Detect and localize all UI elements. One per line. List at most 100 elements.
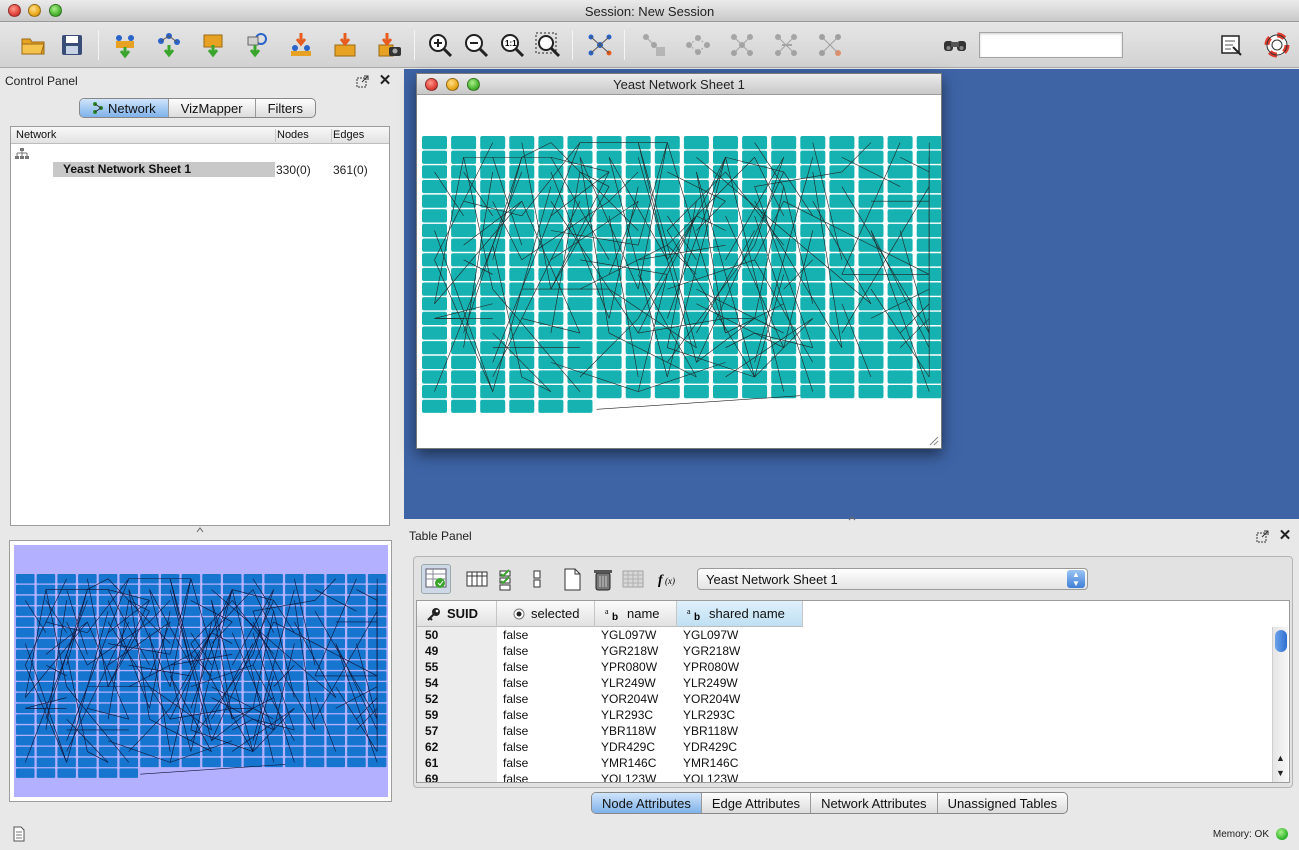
network-node[interactable] [829, 209, 855, 223]
network-node[interactable] [800, 238, 826, 252]
network-node[interactable] [98, 703, 118, 714]
network-edge[interactable] [45, 621, 88, 655]
tab-edge-attributes[interactable]: Edge Attributes [702, 793, 812, 813]
network-node[interactable] [57, 660, 76, 670]
table-cell-selected[interactable]: false [503, 771, 528, 782]
network-node[interactable] [916, 136, 941, 150]
network-node[interactable] [140, 584, 159, 595]
table-cell-selected[interactable]: false [503, 739, 528, 755]
network-node[interactable] [480, 179, 506, 194]
network-node[interactable] [829, 136, 855, 150]
table-cell-selected[interactable]: false [503, 691, 528, 707]
network-node[interactable] [305, 736, 325, 746]
network-node[interactable] [829, 355, 855, 369]
network-node[interactable] [119, 714, 139, 724]
network-node[interactable] [181, 584, 201, 595]
network-node[interactable] [36, 725, 56, 735]
network-edge[interactable] [252, 600, 316, 612]
table-cell-selected[interactable]: false [503, 755, 528, 771]
network-node[interactable] [742, 136, 768, 150]
network-node[interactable] [451, 370, 477, 384]
network-node[interactable] [567, 355, 593, 369]
network-node[interactable] [829, 341, 855, 355]
network-node[interactable] [16, 725, 35, 735]
network-node[interactable] [326, 584, 346, 595]
zoom-selected-icon[interactable] [531, 28, 565, 62]
network-node[interactable] [202, 595, 221, 606]
table-cell-selected[interactable]: false [503, 707, 528, 723]
network-graph-canvas[interactable] [417, 96, 941, 448]
network-node[interactable] [98, 768, 118, 778]
table-cell-shared-name[interactable]: YOR204W [683, 691, 740, 707]
network-node[interactable] [347, 725, 366, 735]
network-node[interactable] [916, 238, 941, 252]
network-node[interactable] [451, 355, 477, 369]
show-all-icon[interactable] [725, 28, 759, 62]
network-node[interactable] [887, 370, 913, 384]
overview-canvas[interactable] [14, 545, 388, 797]
network-node[interactable] [771, 370, 797, 384]
network-node[interactable] [285, 649, 304, 660]
network-node[interactable] [140, 638, 159, 649]
network-node[interactable] [160, 595, 180, 606]
network-node[interactable] [916, 253, 941, 267]
network-edge[interactable] [128, 664, 191, 677]
network-node[interactable] [509, 267, 535, 282]
network-node[interactable] [16, 574, 35, 584]
network-node[interactable] [78, 757, 97, 768]
hide-selected-icon[interactable] [681, 28, 715, 62]
export-network-icon[interactable] [284, 28, 318, 62]
table-cell-shared-name[interactable]: YLR293C [683, 707, 735, 723]
network-node[interactable] [305, 746, 325, 757]
table-cell-suid[interactable]: 54 [425, 675, 438, 691]
network-node[interactable] [305, 628, 325, 638]
network-node[interactable] [326, 606, 346, 616]
network-node[interactable] [98, 746, 118, 757]
network-node[interactable] [916, 326, 941, 340]
network-node[interactable] [422, 341, 447, 355]
network-view-maximize-button[interactable] [467, 78, 480, 91]
network-node[interactable] [742, 341, 768, 355]
network-node[interactable] [422, 326, 447, 340]
column-header-name[interactable]: ab name [595, 601, 677, 627]
table-cell-suid[interactable]: 52 [425, 691, 438, 707]
network-node[interactable] [57, 606, 76, 616]
table-cell-shared-name[interactable]: YLR249W [683, 675, 738, 691]
new-network-from-selected-edges-icon[interactable] [813, 28, 847, 62]
network-node[interactable] [78, 595, 97, 606]
column-header-shared-name[interactable]: ab shared name [677, 601, 803, 627]
new-column-icon[interactable] [557, 564, 587, 594]
network-node[interactable] [451, 385, 477, 399]
network-node[interactable] [771, 209, 797, 223]
network-node[interactable] [119, 692, 139, 703]
table-select-dropdown[interactable]: Yeast Network Sheet 1 ▲ ▼ [697, 568, 1088, 590]
network-node[interactable] [98, 638, 118, 649]
network-node[interactable] [480, 399, 506, 413]
table-cell-selected[interactable]: false [503, 643, 528, 659]
network-node[interactable] [858, 385, 884, 399]
network-node[interactable] [567, 297, 593, 311]
network-node[interactable] [451, 341, 477, 355]
network-node[interactable] [16, 746, 35, 757]
network-node[interactable] [305, 692, 325, 703]
search-input[interactable] [979, 32, 1123, 58]
network-node[interactable] [829, 385, 855, 399]
table-cell-name[interactable]: YOL123W [601, 771, 656, 782]
table-cell-shared-name[interactable]: YMR146C [683, 755, 738, 771]
network-node[interactable] [264, 703, 283, 714]
network-node[interactable] [567, 253, 593, 267]
network-node[interactable] [422, 179, 447, 194]
network-node[interactable] [596, 150, 622, 164]
network-node[interactable] [285, 584, 304, 595]
open-session-icon[interactable] [16, 28, 50, 62]
close-panel-icon[interactable]: ✕ [1278, 528, 1292, 543]
column-header-edges[interactable]: Edges [331, 129, 364, 142]
network-node[interactable] [78, 638, 97, 649]
resize-grip-icon[interactable] [929, 436, 939, 446]
table-cell-suid[interactable]: 59 [425, 707, 438, 723]
network-node[interactable] [140, 757, 159, 768]
network-node[interactable] [305, 574, 325, 584]
network-node[interactable] [16, 584, 35, 595]
network-edge[interactable] [190, 729, 254, 752]
network-node[interactable] [16, 606, 35, 616]
